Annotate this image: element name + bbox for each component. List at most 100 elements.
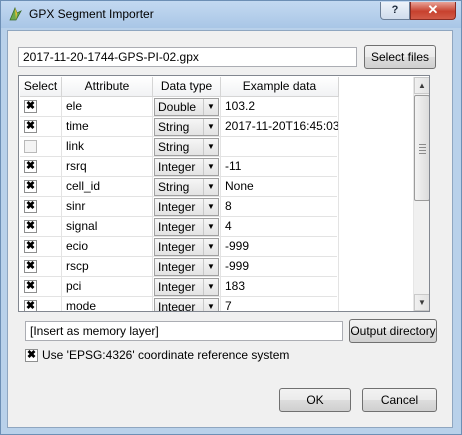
output-directory-label: Output directory bbox=[350, 324, 436, 338]
data-type-dropdown[interactable]: Integer ▼ bbox=[154, 278, 219, 296]
table-row[interactable]: ✖ sinr Integer ▼ 8 bbox=[20, 197, 339, 217]
data-type-cell: String ▼ bbox=[153, 137, 221, 157]
dropdown-arrow-icon[interactable]: ▼ bbox=[203, 299, 218, 311]
row-select-checkbox[interactable]: ✖ bbox=[24, 100, 37, 113]
attribute-cell: ele bbox=[62, 97, 153, 117]
data-type-dropdown[interactable]: String ▼ bbox=[154, 178, 219, 196]
check-mark-icon: ✖ bbox=[26, 349, 37, 361]
column-header-select[interactable]: Select bbox=[20, 77, 62, 97]
dropdown-arrow-icon[interactable]: ▼ bbox=[203, 119, 218, 135]
example-data-cell bbox=[221, 137, 339, 157]
close-icon: ✕ bbox=[427, 2, 439, 17]
help-button[interactable]: ? bbox=[380, 2, 410, 20]
column-header-data-type[interactable]: Data type bbox=[153, 77, 221, 97]
select-cell: ✖ bbox=[20, 117, 62, 137]
table-row[interactable]: ✖ signal Integer ▼ 4 bbox=[20, 217, 339, 237]
check-mark-icon: ✖ bbox=[25, 280, 36, 292]
check-mark-icon: ✖ bbox=[25, 300, 36, 312]
close-button[interactable]: ✕ bbox=[410, 2, 456, 20]
data-type-value: String bbox=[158, 140, 190, 154]
table-scrollbar[interactable]: ▲ ▼ bbox=[413, 77, 429, 311]
check-mark-icon: ✖ bbox=[25, 200, 36, 212]
gpx-file-input[interactable]: 2017-11-20-1744-GPS-PI-02.gpx bbox=[18, 47, 357, 67]
table-row[interactable]: ✖ rscp Integer ▼ -999 bbox=[20, 257, 339, 277]
attribute-cell: pci bbox=[62, 277, 153, 297]
data-type-dropdown[interactable]: String ▼ bbox=[154, 118, 219, 136]
row-select-checkbox[interactable]: ✖ bbox=[24, 300, 37, 312]
data-type-value: Integer bbox=[158, 240, 196, 254]
attribute-cell: ecio bbox=[62, 237, 153, 257]
row-select-checkbox[interactable]: ✖ bbox=[24, 180, 37, 193]
attribute-cell: rsrq bbox=[62, 157, 153, 177]
attribute-cell: cell_id bbox=[62, 177, 153, 197]
data-type-dropdown[interactable]: Integer ▼ bbox=[154, 198, 219, 216]
row-select-checkbox[interactable] bbox=[24, 140, 37, 153]
cancel-label: Cancel bbox=[380, 393, 419, 407]
select-cell: ✖ bbox=[20, 197, 62, 217]
scrollbar-thumb[interactable] bbox=[414, 95, 429, 201]
row-select-checkbox[interactable]: ✖ bbox=[24, 280, 37, 293]
table-row[interactable]: ✖ time String ▼ 2017-11-20T16:45:03Z bbox=[20, 117, 339, 137]
select-cell bbox=[20, 137, 62, 157]
dropdown-arrow-icon[interactable]: ▼ bbox=[203, 159, 218, 175]
scroll-up-arrow-icon[interactable]: ▲ bbox=[414, 77, 429, 94]
ok-button[interactable]: OK bbox=[279, 388, 351, 412]
data-type-dropdown[interactable]: Integer ▼ bbox=[154, 218, 219, 236]
data-type-dropdown[interactable]: Integer ▼ bbox=[154, 238, 219, 256]
table-row[interactable]: link String ▼ bbox=[20, 137, 339, 157]
dropdown-arrow-icon[interactable]: ▼ bbox=[203, 259, 218, 275]
dropdown-arrow-icon[interactable]: ▼ bbox=[203, 99, 218, 115]
example-data-cell: 183 bbox=[221, 277, 339, 297]
row-select-checkbox[interactable]: ✖ bbox=[24, 160, 37, 173]
dropdown-arrow-icon[interactable]: ▼ bbox=[203, 279, 218, 295]
data-type-dropdown[interactable]: Integer ▼ bbox=[154, 298, 219, 311]
column-header-example-data[interactable]: Example data bbox=[221, 77, 339, 97]
data-type-dropdown[interactable]: Integer ▼ bbox=[154, 258, 219, 276]
attribute-cell: signal bbox=[62, 217, 153, 237]
select-cell: ✖ bbox=[20, 237, 62, 257]
data-type-value: Integer bbox=[158, 160, 196, 174]
crs-checkbox-label: Use 'EPSG:4326' coordinate reference sys… bbox=[42, 348, 290, 362]
data-type-cell: String ▼ bbox=[153, 177, 221, 197]
data-type-value: String bbox=[158, 120, 190, 134]
attribute-cell: mode bbox=[62, 297, 153, 311]
example-data-cell: None bbox=[221, 177, 339, 197]
output-directory-button[interactable]: Output directory bbox=[349, 319, 437, 343]
check-mark-icon: ✖ bbox=[25, 260, 36, 272]
data-type-dropdown[interactable]: Double ▼ bbox=[154, 98, 219, 116]
output-layer-input[interactable]: [Insert as memory layer] bbox=[25, 321, 343, 341]
column-header-attribute[interactable]: Attribute bbox=[62, 77, 153, 97]
example-data-cell: -999 bbox=[221, 257, 339, 277]
crs-checkbox[interactable]: ✖ bbox=[25, 349, 38, 362]
example-data-cell: 8 bbox=[221, 197, 339, 217]
cancel-button[interactable]: Cancel bbox=[362, 388, 437, 412]
table-row[interactable]: ✖ ele Double ▼ 103.2 bbox=[20, 97, 339, 117]
table-row[interactable]: ✖ rsrq Integer ▼ -11 bbox=[20, 157, 339, 177]
check-mark-icon: ✖ bbox=[25, 180, 36, 192]
row-select-checkbox[interactable]: ✖ bbox=[24, 220, 37, 233]
data-type-cell: Integer ▼ bbox=[153, 257, 221, 277]
select-files-button[interactable]: Select files bbox=[364, 45, 436, 69]
dropdown-arrow-icon[interactable]: ▼ bbox=[203, 199, 218, 215]
table-row[interactable]: ✖ pci Integer ▼ 183 bbox=[20, 277, 339, 297]
table-row[interactable]: ✖ cell_id String ▼ None bbox=[20, 177, 339, 197]
help-icon: ? bbox=[391, 4, 399, 16]
scroll-down-arrow-icon[interactable]: ▼ bbox=[414, 294, 429, 311]
dropdown-arrow-icon[interactable]: ▼ bbox=[203, 239, 218, 255]
data-type-cell: Double ▼ bbox=[153, 97, 221, 117]
row-select-checkbox[interactable]: ✖ bbox=[24, 120, 37, 133]
data-type-dropdown[interactable]: String ▼ bbox=[154, 138, 219, 156]
select-cell: ✖ bbox=[20, 297, 62, 312]
row-select-checkbox[interactable]: ✖ bbox=[24, 200, 37, 213]
row-select-checkbox[interactable]: ✖ bbox=[24, 240, 37, 253]
dropdown-arrow-icon[interactable]: ▼ bbox=[203, 219, 218, 235]
data-type-value: Integer bbox=[158, 280, 196, 294]
dropdown-arrow-icon[interactable]: ▼ bbox=[203, 179, 218, 195]
table-row[interactable]: ✖ mode Integer ▼ 7 bbox=[20, 297, 339, 312]
table-row[interactable]: ✖ ecio Integer ▼ -999 bbox=[20, 237, 339, 257]
title-bar[interactable]: GPX Segment Importer ? ✕ bbox=[1, 1, 461, 28]
dropdown-arrow-icon[interactable]: ▼ bbox=[203, 139, 218, 155]
row-select-checkbox[interactable]: ✖ bbox=[24, 260, 37, 273]
data-type-value: Integer bbox=[158, 200, 196, 214]
data-type-dropdown[interactable]: Integer ▼ bbox=[154, 158, 219, 176]
